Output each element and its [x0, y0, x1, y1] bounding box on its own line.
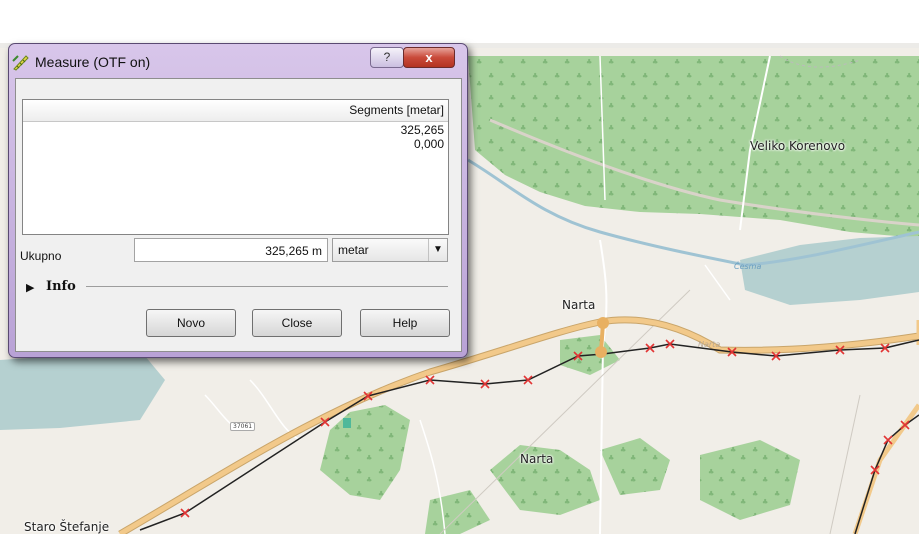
- window-close-button[interactable]: x: [403, 47, 455, 68]
- road-name-label: Narta: [698, 340, 721, 349]
- info-section-toggle[interactable]: ▶ Info: [26, 279, 96, 295]
- table-row[interactable]: 0,000: [23, 137, 448, 151]
- lake: [0, 350, 165, 430]
- info-label[interactable]: Info: [46, 279, 76, 294]
- map-label-narta: Narta: [562, 298, 596, 312]
- total-length-field[interactable]: 325,265 m: [134, 238, 328, 262]
- junction-marker: [597, 317, 609, 329]
- dialog-title: Measure (OTF on): [35, 54, 151, 70]
- table-row[interactable]: 325,265: [23, 123, 448, 137]
- context-help-button[interactable]: ?: [370, 47, 404, 68]
- unit-selected-value: metar: [338, 243, 369, 257]
- expand-triangle-icon[interactable]: ▶: [26, 281, 34, 294]
- map-label-veliko-korenovo: Veliko Korenovo: [750, 139, 846, 153]
- water-label: Česma: [734, 262, 762, 271]
- junction-marker: [595, 346, 607, 358]
- segments-table[interactable]: Segments [metar] 325,265 0,000: [22, 99, 449, 235]
- map-label-staro-stefanje: Staro Štefanje: [24, 520, 110, 534]
- measure-dialog[interactable]: Measure (OTF on) ? x Segments [metar] 32…: [8, 43, 468, 358]
- road-number-label: 37061: [230, 422, 256, 431]
- map-label-narta: Narta: [520, 452, 554, 466]
- measure-ruler-icon: [12, 55, 29, 71]
- segments-header[interactable]: Segments [metar]: [23, 100, 448, 122]
- help-button[interactable]: Help: [360, 309, 450, 337]
- total-label: Ukupno: [20, 249, 62, 263]
- new-button[interactable]: Novo: [146, 309, 236, 337]
- close-button[interactable]: Close: [252, 309, 342, 337]
- unit-dropdown[interactable]: metar ▼: [332, 238, 448, 262]
- dialog-body: Segments [metar] 325,265 0,000 Ukupno 32…: [15, 78, 462, 352]
- chevron-down-icon[interactable]: ▼: [428, 239, 447, 261]
- top-toolbar-strip: [0, 0, 919, 48]
- dialog-titlebar[interactable]: Measure (OTF on) ? x: [9, 44, 467, 78]
- info-divider: [86, 286, 448, 287]
